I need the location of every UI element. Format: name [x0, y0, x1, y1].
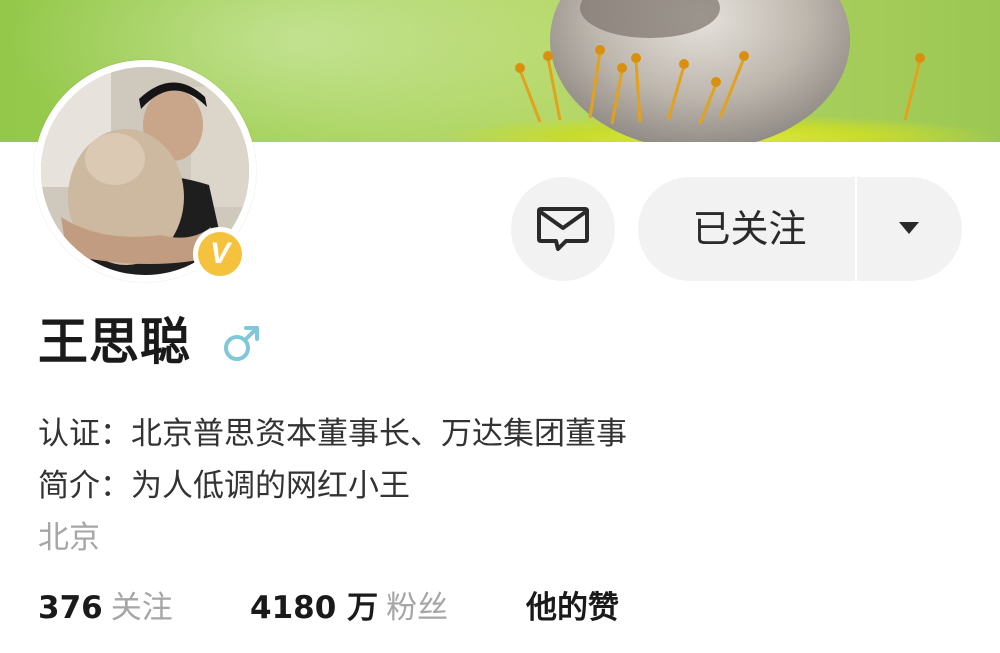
following-stat[interactable]: 376 关注	[38, 585, 173, 631]
certification-label: 认证：	[38, 416, 131, 452]
followers-stat[interactable]: 4180 万粉丝	[250, 585, 448, 631]
certification-text: 北京普思资本董事长、万达集团董事	[131, 416, 627, 452]
likes-link[interactable]: 他的赞	[526, 585, 619, 631]
envelope-icon	[537, 207, 589, 251]
verified-badge: V	[193, 227, 247, 281]
followers-count: 4180 万	[250, 590, 379, 626]
profile-name: 王思聪	[38, 313, 191, 371]
certification-line: 认证：北京普思资本董事长、万达集团董事	[38, 413, 627, 455]
location-text: 北京	[38, 520, 100, 556]
follow-dropdown-button[interactable]	[857, 177, 962, 281]
followers-label: 粉丝	[386, 590, 449, 626]
following-count: 376	[38, 590, 103, 626]
message-button[interactable]	[511, 177, 615, 281]
follow-button-group: 已关注	[638, 177, 962, 281]
caret-down-icon	[899, 222, 919, 234]
verified-v-icon: V	[198, 232, 242, 276]
male-symbol-icon	[224, 326, 259, 361]
bio-label: 简介：	[38, 468, 131, 504]
following-button[interactable]: 已关注	[638, 177, 857, 281]
bio-line: 简介：为人低调的网红小王	[38, 465, 410, 507]
bio-text: 为人低调的网红小王	[131, 468, 410, 504]
following-label: 关注	[110, 590, 173, 626]
